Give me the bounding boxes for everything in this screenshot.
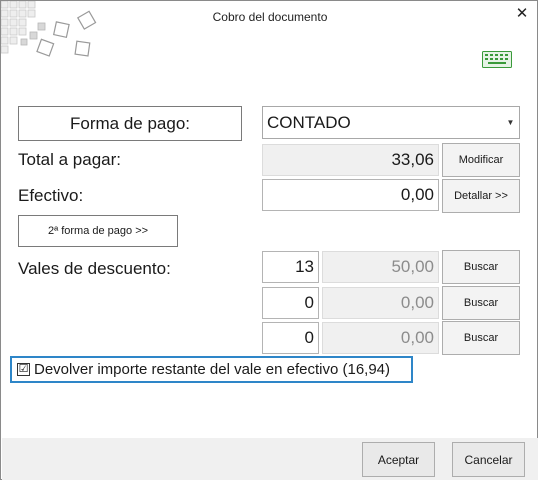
dialog-footer: Aceptar Cancelar xyxy=(2,438,538,480)
cash-field[interactable]: 0,00 xyxy=(262,179,439,211)
payment-method-value: CONTADO xyxy=(267,112,351,132)
payment-method-select[interactable]: CONTADO ▼ xyxy=(262,106,520,139)
refund-checkbox-label: Devolver importe restante del vale en ef… xyxy=(34,361,391,378)
total-label: Total a pagar: xyxy=(18,150,122,169)
checkbox-checked-icon[interactable]: ☑ xyxy=(17,363,30,376)
voucher-amount-field: 0,00 xyxy=(322,322,439,354)
cash-label: Efectivo: xyxy=(18,186,84,205)
vouchers-label: Vales de descuento: xyxy=(18,259,171,278)
window-title: Cobro del documento xyxy=(212,10,328,24)
payment-dialog: Cobro del documento ✕ Forma de pago: CON… xyxy=(0,0,538,480)
chevron-down-icon[interactable]: ▼ xyxy=(502,107,519,138)
voucher-search-button[interactable]: Buscar xyxy=(442,321,520,355)
voucher-search-button[interactable]: Buscar xyxy=(442,250,520,284)
accept-button[interactable]: Aceptar xyxy=(362,442,435,477)
voucher-number-field[interactable]: 0 xyxy=(262,287,319,319)
voucher-number-field[interactable]: 0 xyxy=(262,322,319,354)
keyboard-icon[interactable] xyxy=(482,49,512,69)
voucher-amount-field: 50,00 xyxy=(322,251,439,283)
total-field: 33,06 xyxy=(262,144,439,176)
modify-button[interactable]: Modificar xyxy=(442,143,520,177)
close-icon[interactable]: ✕ xyxy=(511,5,533,23)
refund-checkbox[interactable]: ☑ Devolver importe restante del vale en … xyxy=(10,356,413,383)
payment-method-button[interactable]: Forma de pago: xyxy=(18,106,242,141)
voucher-number-field[interactable]: 13 xyxy=(262,251,319,283)
second-payment-method-button[interactable]: 2ª forma de pago >> xyxy=(18,215,178,247)
voucher-search-button[interactable]: Buscar xyxy=(442,286,520,320)
detail-button[interactable]: Detallar >> xyxy=(442,179,520,213)
cancel-button[interactable]: Cancelar xyxy=(452,442,525,477)
voucher-amount-field: 0,00 xyxy=(322,287,439,319)
